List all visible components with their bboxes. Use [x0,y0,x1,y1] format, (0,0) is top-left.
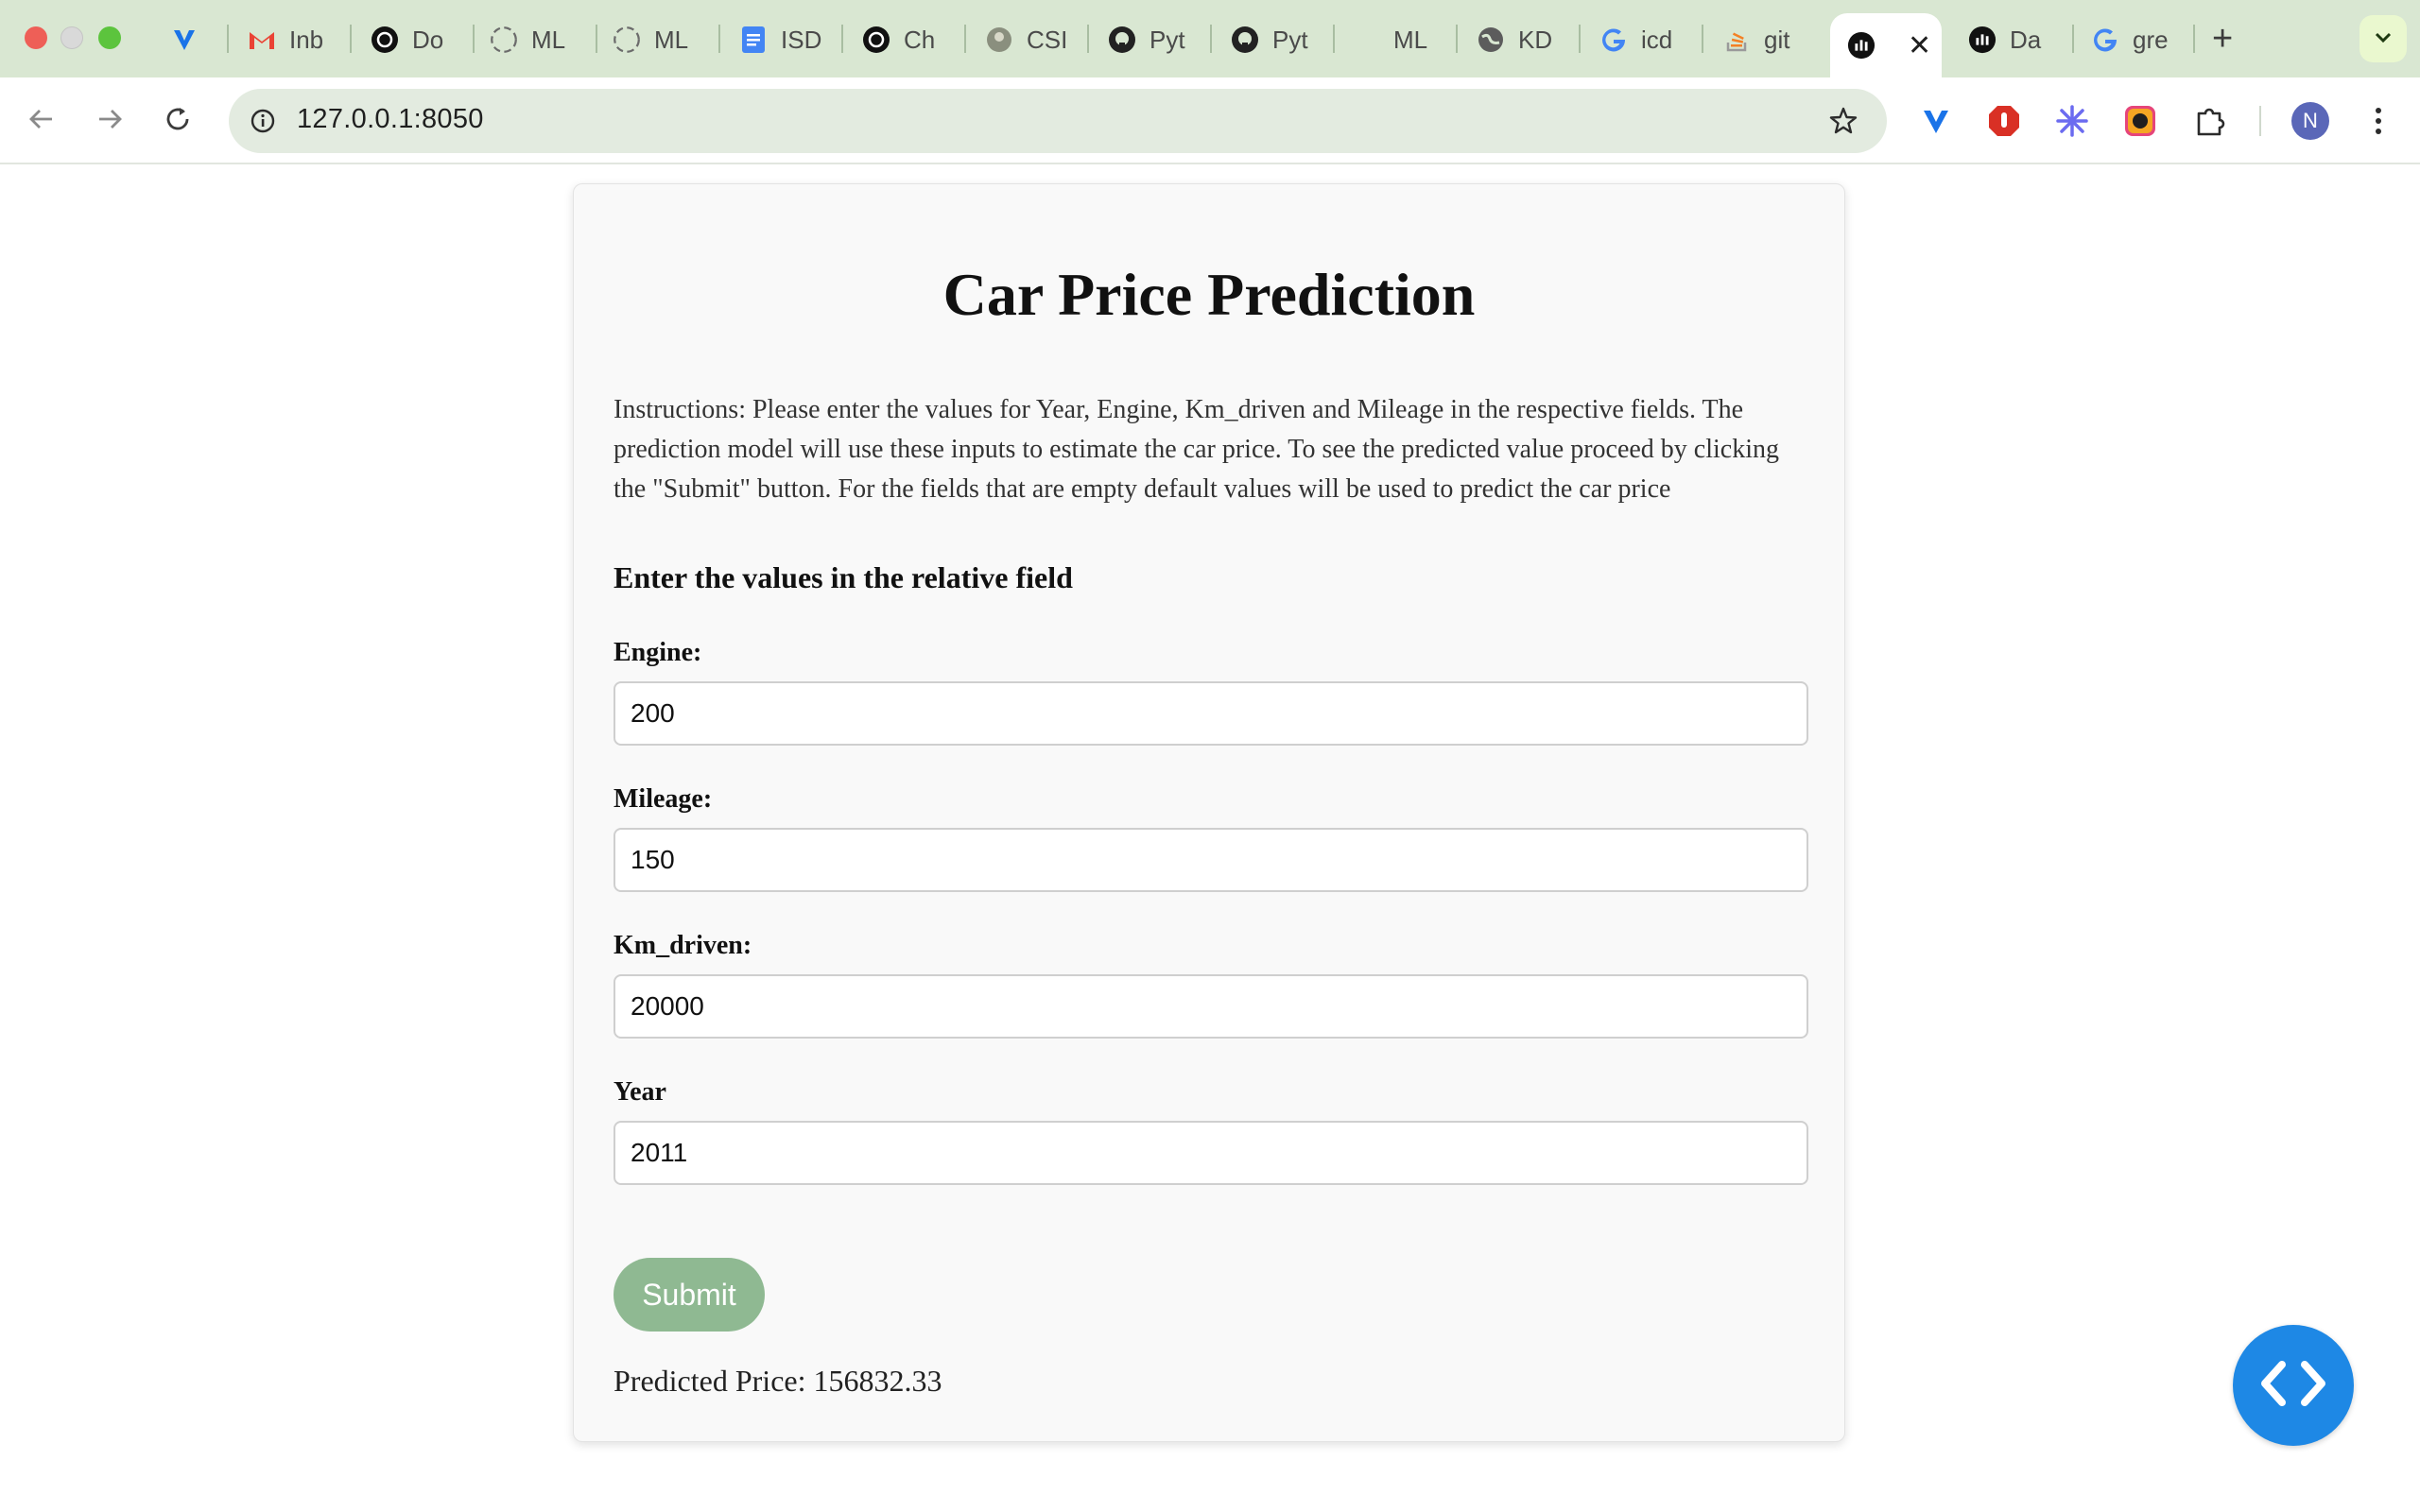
close-window-button[interactable] [25,26,47,49]
tab-label: Inb [289,25,324,54]
browser-tab[interactable]: Pyt [1231,17,1325,62]
km-driven-input[interactable] [614,974,1808,1039]
address-bar[interactable]: 127.0.0.1:8050 [229,89,1887,153]
openai-icon [371,26,399,54]
arrow-left-icon [27,105,56,138]
tab-label: KD [1518,25,1553,54]
new-tab-button[interactable]: + [2212,19,2233,60]
engine-input[interactable] [614,681,1808,746]
stackoverflow-icon [1722,26,1751,54]
github-icon [1108,26,1136,54]
extension-sparkle-icon[interactable] [2051,100,2093,142]
tab-label: ML [654,25,689,54]
menu-kebab-icon[interactable] [2358,100,2399,142]
image-icon [985,26,1013,54]
profile-avatar[interactable]: N [2291,102,2329,140]
year-input[interactable] [614,1121,1808,1185]
browser-tab[interactable]: Inb [248,17,342,62]
reload-icon [164,105,192,138]
browser-tab[interactable]: Do [371,17,465,62]
site-info-icon[interactable] [244,102,282,140]
engine-label: Engine: [614,638,702,667]
close-tab-icon[interactable]: ✕ [1908,29,1931,62]
google-icon [1599,26,1628,54]
extensions-puzzle-icon[interactable] [2189,100,2231,142]
browser-tab[interactable]: icd [1599,17,1694,62]
tab-label: ML [1393,25,1428,54]
gmail-icon [248,26,276,54]
dev-tools-button[interactable] [2233,1325,2354,1446]
browser-tab[interactable]: Da [1968,17,2063,62]
extension-adblock-icon[interactable] [1983,100,2025,142]
tab-label: Pyt [1272,25,1308,54]
globe-icon [1477,26,1505,54]
predicted-price-value: 156832.33 [813,1364,942,1398]
browser-tab[interactable]: Pyt [1108,17,1202,62]
page-title: Car Price Prediction [942,261,1476,328]
code-brackets-icon [2256,1355,2331,1417]
browser-tab[interactable]: ML [613,17,717,62]
reload-button[interactable] [155,98,200,144]
instructions-text: Instructions: Please enter the values fo… [614,395,1779,504]
tab-label: Pyt [1150,25,1185,54]
prediction-card: Car Price Prediction Instructions: Pleas… [573,183,1845,1442]
tab-label: CSI [1027,25,1068,54]
browser-tab-active[interactable]: ✕ [1830,13,1942,77]
browser-tab[interactable]: KD [1477,17,1571,62]
year-label: Year [614,1077,666,1107]
submit-button[interactable]: Submit [614,1258,765,1332]
extension-yoast-icon[interactable] [1915,100,1957,142]
tab-label: gre [2133,25,2169,54]
arrow-right-icon [95,105,124,138]
maximize-window-button[interactable] [98,26,121,49]
minimize-window-button[interactable] [60,26,83,49]
url-text: 127.0.0.1:8050 [297,104,484,134]
browser-tab[interactable]: gre [2091,17,2189,62]
tab-label: Ch [904,25,936,54]
bookmark-star-icon[interactable] [1824,102,1862,145]
browser-tab[interactable]: ML [490,17,594,62]
tab-label: Do [412,25,444,54]
form-heading: Enter the values in the relative field [614,560,1073,594]
tab-label: icd [1641,25,1673,54]
browser-tab[interactable]: CSI [985,17,1080,62]
predicted-price-label: Predicted Price: [614,1364,806,1398]
tab-search-button[interactable] [2360,15,2407,62]
browser-tab[interactable]: ML [1356,17,1460,62]
docs-icon [739,26,768,54]
openai-icon [862,26,890,54]
dash-icon [1847,31,1876,60]
tab-label: git [1764,25,1790,54]
tab-strip: Inb Do ML ML ISD Ch CSI Pyt Pyt ML KD ic… [0,0,2420,77]
dash-icon [1968,26,1996,54]
browser-tab[interactable] [170,17,217,62]
predicted-price: Predicted Price: 156832.33 [614,1364,949,1399]
forward-button[interactable] [87,98,132,144]
km-driven-label: Km_driven: [614,931,752,960]
extension-color-picker-icon[interactable] [2119,100,2161,142]
tab-label: ML [531,25,566,54]
tab-label: Da [2010,25,2042,54]
back-button[interactable] [19,98,64,144]
browser-toolbar: 127.0.0.1:8050 N [0,77,2420,164]
google-icon [2091,26,2119,54]
yoast-icon [170,26,199,54]
browser-tab[interactable]: git [1722,17,1817,62]
mileage-label: Mileage: [614,784,713,814]
browser-tab[interactable]: ISD [739,17,834,62]
chevron-down-icon [2373,26,2394,52]
browser-tab[interactable]: Ch [862,17,957,62]
loading-icon [490,26,518,54]
github-icon [1231,26,1259,54]
tab-label: ISD [781,25,822,54]
mileage-input[interactable] [614,828,1808,892]
loading-icon [613,26,641,54]
